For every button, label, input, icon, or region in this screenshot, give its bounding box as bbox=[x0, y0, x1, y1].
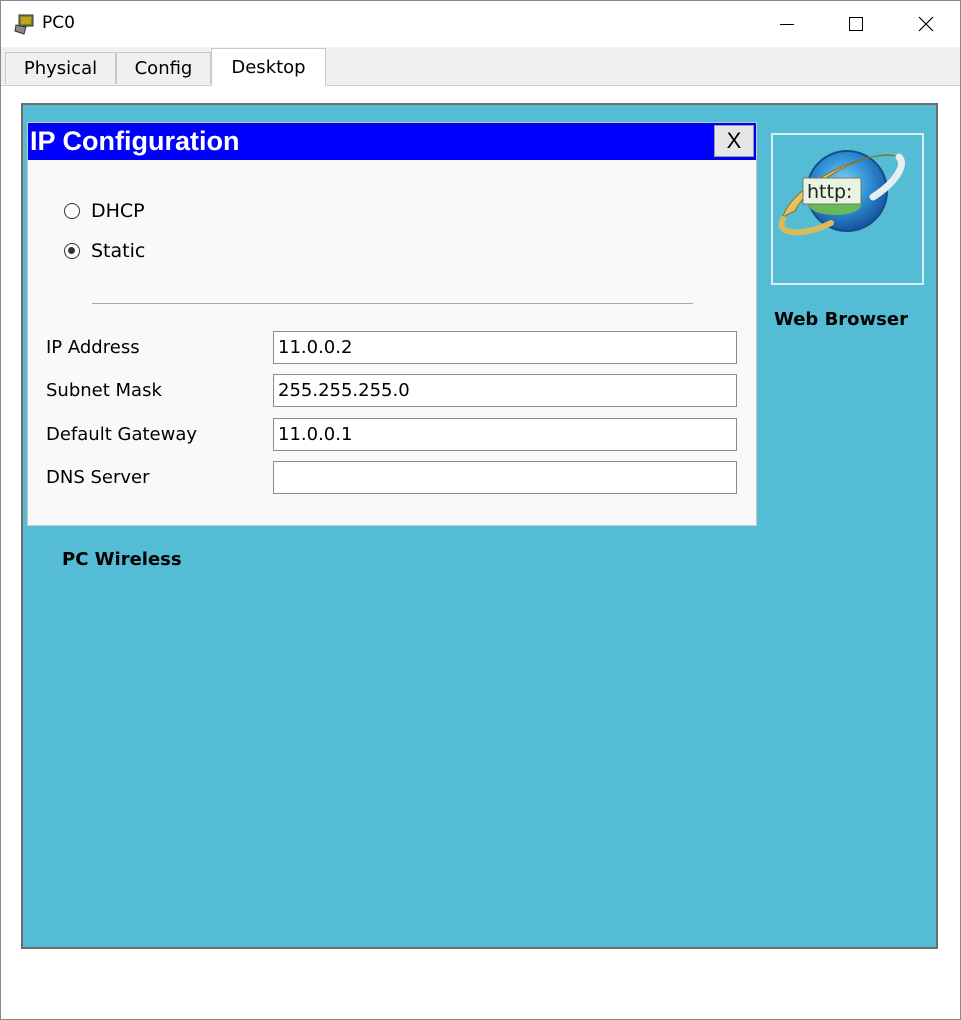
app-icon bbox=[14, 14, 34, 35]
default-gateway-label: Default Gateway bbox=[46, 424, 198, 445]
dhcp-radio[interactable] bbox=[64, 203, 80, 219]
dns-server-input[interactable] bbox=[273, 461, 737, 494]
window-title: PC0 bbox=[42, 13, 75, 33]
tab-desktop[interactable]: Desktop bbox=[211, 48, 326, 86]
dialog-title-bar[interactable]: IP Configuration X bbox=[28, 123, 756, 160]
http-icon-text: http: bbox=[807, 181, 852, 203]
dialog-close-button[interactable]: X bbox=[714, 125, 754, 157]
static-option[interactable]: Static bbox=[64, 240, 145, 262]
dhcp-option[interactable]: DHCP bbox=[64, 200, 145, 222]
tab-physical[interactable]: Physical bbox=[5, 52, 116, 84]
minimize-button[interactable] bbox=[752, 1, 822, 47]
minimize-icon bbox=[780, 24, 794, 25]
dhcp-label: DHCP bbox=[91, 200, 145, 222]
static-radio[interactable] bbox=[64, 243, 80, 259]
dns-server-label: DNS Server bbox=[46, 467, 150, 488]
ip-configuration-dialog: IP Configuration X DHCP Static IP Addres… bbox=[27, 122, 757, 526]
web-browser-label[interactable]: Web Browser bbox=[774, 309, 908, 330]
maximize-icon bbox=[849, 17, 863, 31]
dialog-title: IP Configuration bbox=[30, 126, 240, 156]
maximize-button[interactable] bbox=[821, 1, 891, 47]
close-icon bbox=[918, 16, 934, 32]
close-button[interactable] bbox=[891, 1, 961, 47]
separator bbox=[92, 303, 693, 304]
tab-config[interactable]: Config bbox=[116, 52, 211, 84]
title-bar[interactable]: PC0 bbox=[1, 1, 960, 47]
pc-wireless-label[interactable]: PC Wireless bbox=[62, 549, 182, 570]
web-browser-tile[interactable]: http: bbox=[771, 133, 924, 285]
web-browser-icon: http: bbox=[778, 150, 905, 236]
ip-address-input[interactable] bbox=[273, 331, 737, 364]
subnet-mask-label: Subnet Mask bbox=[46, 380, 162, 401]
ip-address-label: IP Address bbox=[46, 337, 140, 358]
static-label: Static bbox=[91, 240, 146, 262]
subnet-mask-input[interactable] bbox=[273, 374, 737, 407]
tab-bar: Physical Config Desktop bbox=[1, 47, 960, 86]
default-gateway-input[interactable] bbox=[273, 418, 737, 451]
